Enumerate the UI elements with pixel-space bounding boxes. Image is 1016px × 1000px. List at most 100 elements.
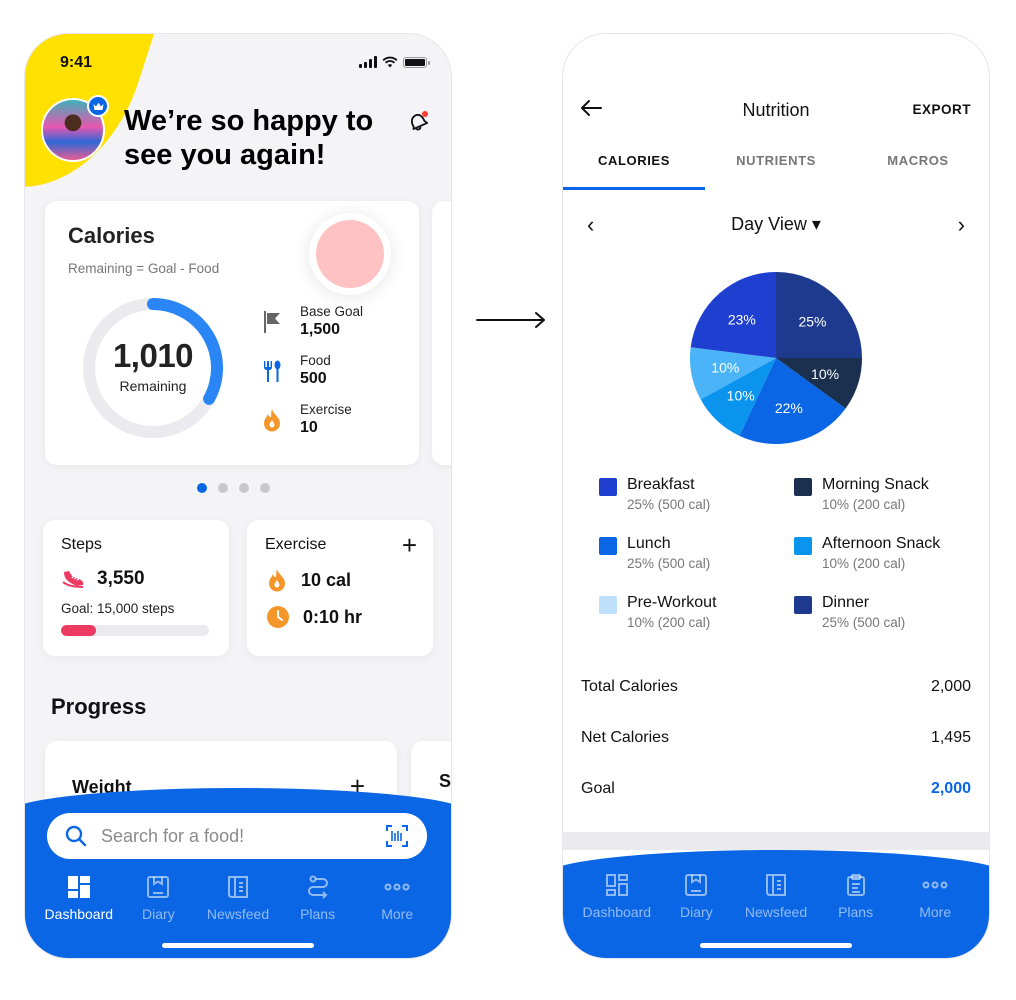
tab-label: More <box>381 906 414 922</box>
stat-food: Food 500 <box>258 353 331 389</box>
home-indicator <box>162 943 314 948</box>
flame-icon <box>258 406 286 434</box>
bottom-tab-bar: Dashboard Diary Newsfeed Plans More <box>563 872 989 920</box>
tab-plans[interactable]: Plans <box>282 874 354 922</box>
flag-icon <box>258 308 286 336</box>
remaining-value: 1,010 <box>112 337 194 374</box>
tab-dashboard[interactable]: Dashboard <box>43 874 115 922</box>
calories-card[interactable]: Calories Remaining = Goal - Food 1,010 R… <box>45 201 419 465</box>
tab-macros[interactable]: MACROS <box>847 144 989 190</box>
food-search-input[interactable] <box>101 825 385 847</box>
tab-dashboard[interactable]: Dashboard <box>581 872 653 920</box>
legend-swatch <box>794 596 812 614</box>
legend-label: Morning Snack <box>822 476 929 493</box>
tab-label: Newsfeed <box>206 906 270 922</box>
pie-slice-label: 22% <box>775 400 803 416</box>
legend-label: Lunch <box>627 535 671 552</box>
dashboard-icon <box>605 872 629 898</box>
legend-swatch <box>794 537 812 555</box>
nutrition-tabs: CALORIES NUTRIENTS MACROS <box>563 144 989 190</box>
pie-legend: Breakfast 25% (500 cal) Morning Snack 10% (… <box>599 475 959 633</box>
carousel-dot[interactable] <box>197 483 207 493</box>
flow-arrow-icon <box>476 312 545 328</box>
summary-row-goal: Goal 2,000 <box>581 780 971 797</box>
legend-detail: 10% (200 cal) <box>627 615 711 630</box>
tab-diary[interactable]: Diary <box>122 874 194 922</box>
tab-label: Plans <box>300 906 336 922</box>
legend-detail: 10% (200 cal) <box>822 556 906 571</box>
exercise-calories: 10 cal <box>301 569 352 590</box>
tab-label: Diary <box>680 904 713 920</box>
exercise-duration: 0:10 hr <box>303 606 363 627</box>
tab-label: Plans <box>838 904 874 920</box>
pie-slice-label: 10% <box>727 388 755 404</box>
tab-plans[interactable]: Plans <box>820 872 892 920</box>
notification-bell-icon[interactable] <box>407 110 429 132</box>
battery-icon <box>403 56 430 68</box>
crown-badge-icon <box>87 95 109 117</box>
nutrition-screen: Nutrition EXPORT CALORIES NUTRIENTS MACROS… <box>562 33 990 959</box>
clock-icon <box>267 606 289 628</box>
legend-item: Pre-Workout 10% (200 cal) <box>599 593 794 633</box>
bottom-tab-bar: Dashboard Diary Newsfeed Plans More <box>25 874 451 922</box>
legend-swatch <box>599 478 617 496</box>
dashboard-screen: 9:41 We’re so happy to see you again! Ca… <box>24 33 452 959</box>
carousel-dot[interactable] <box>218 483 228 493</box>
pie-slice-label: 10% <box>711 360 739 376</box>
add-exercise-button[interactable]: + <box>402 532 417 558</box>
exercise-card[interactable]: Exercise + 10 cal 0:10 hr <box>247 520 433 656</box>
wifi-icon <box>382 56 398 68</box>
fork-spoon-icon <box>258 357 286 385</box>
section-divider <box>563 832 989 850</box>
legend-detail: 25% (500 cal) <box>627 497 711 512</box>
more-icon <box>384 874 410 900</box>
carousel-dot[interactable] <box>260 483 270 493</box>
next-card-peek[interactable] <box>432 201 451 465</box>
legend-label: Afternoon Snack <box>822 535 941 552</box>
signal-icon <box>359 56 377 68</box>
steps-value: 3,550 <box>97 568 145 589</box>
steps-goal: Goal: 15,000 steps <box>61 601 175 616</box>
floating-action-circle[interactable] <box>309 213 391 295</box>
legend-label: Pre-Workout <box>627 594 717 611</box>
sneaker-icon <box>62 571 84 588</box>
status-bar: 9:41 <box>25 34 451 90</box>
exercise-title: Exercise <box>265 536 327 553</box>
tab-diary[interactable]: Diary <box>660 872 732 920</box>
tab-newsfeed[interactable]: Newsfeed <box>740 872 812 920</box>
calories-subtitle: Remaining = Goal - Food <box>68 261 220 276</box>
notification-dot <box>422 111 428 117</box>
food-search-bar[interactable] <box>47 813 427 859</box>
remaining-label: Remaining <box>119 378 187 394</box>
tab-label: More <box>919 904 952 920</box>
steps-card[interactable]: Steps 3,550 Goal: 15,000 steps <box>43 520 229 656</box>
diary-icon <box>146 874 170 900</box>
day-view-dropdown[interactable]: Day View ▾ <box>563 214 989 235</box>
greeting-heading: We’re so happy to see you again! <box>124 105 374 171</box>
next-day-button[interactable]: › <box>958 212 965 238</box>
period-selector: ‹ Day View ▾ › <box>563 212 989 238</box>
steps-progress-fill <box>61 625 97 636</box>
export-button[interactable]: EXPORT <box>912 102 971 117</box>
more-icon <box>922 872 948 898</box>
barcode-scan-icon[interactable] <box>385 824 409 848</box>
tab-calories[interactable]: CALORIES <box>563 144 705 190</box>
tab-more[interactable]: More <box>899 872 971 920</box>
legend-item: Dinner 25% (500 cal) <box>794 593 959 633</box>
legend-detail: 25% (500 cal) <box>627 556 711 571</box>
carousel-pagination[interactable] <box>197 483 270 493</box>
legend-item: Lunch 25% (500 cal) <box>599 534 794 574</box>
tab-label: Diary <box>142 906 175 922</box>
carousel-dot[interactable] <box>239 483 249 493</box>
pie-slice-label: 10% <box>811 366 839 382</box>
newsfeed-icon <box>226 874 250 900</box>
legend-item: Breakfast 25% (500 cal) <box>599 475 794 515</box>
legend-swatch <box>794 478 812 496</box>
tab-nutrients[interactable]: NUTRIENTS <box>705 144 847 190</box>
tab-more[interactable]: More <box>361 874 433 922</box>
stat-exercise: Exercise 10 <box>258 402 352 438</box>
tab-newsfeed[interactable]: Newsfeed <box>202 874 274 922</box>
calories-title: Calories <box>68 223 155 248</box>
home-indicator <box>700 943 852 948</box>
calories-pie-chart: 25% 10% 22% 10% 10% 23% <box>690 272 862 444</box>
